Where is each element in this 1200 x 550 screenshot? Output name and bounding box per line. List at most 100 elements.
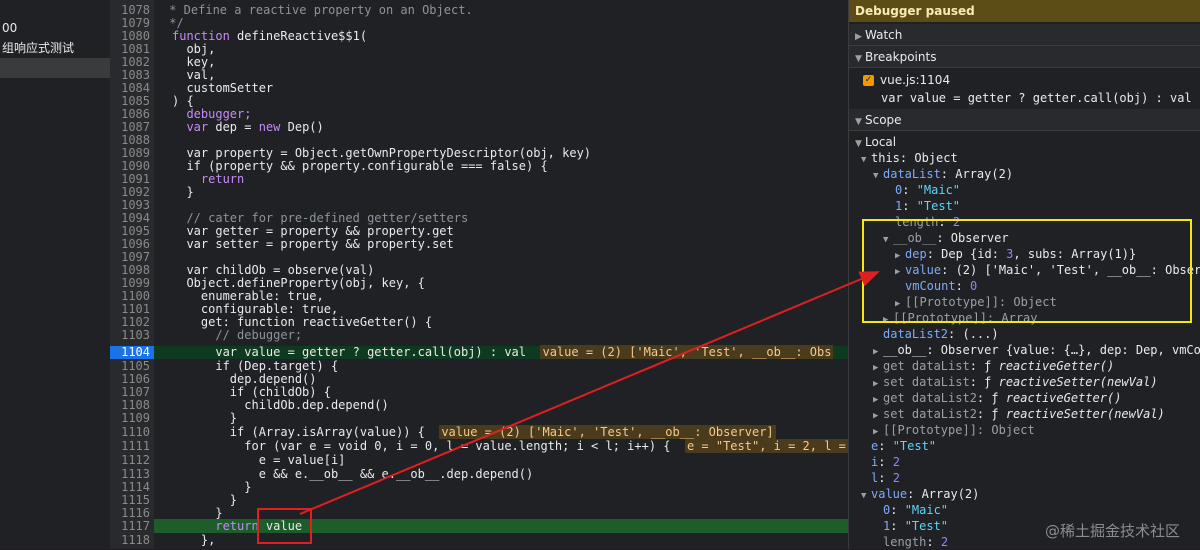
prop-key: length <box>883 535 927 549</box>
code-line: e = value[i] <box>172 453 346 467</box>
scope-row: 1: "Test" <box>883 519 949 533</box>
prop-value: : (...) <box>948 327 999 341</box>
prop-value: reactiveGetter() <box>998 359 1115 373</box>
prop-key: dataList2 <box>883 327 949 341</box>
file-tree-item[interactable]: 00 <box>0 18 110 38</box>
code-line: }, <box>172 533 216 547</box>
file-tree-panel: 00 组响应式测试 <box>0 0 110 549</box>
scope-local-header[interactable]: ▼ Local <box>855 134 896 150</box>
inline-value: value = (2) ['Maic', 'Test', __ob__: Obs <box>540 345 834 359</box>
breakpoint-item[interactable]: ✓ vue.js:1104 <box>863 72 950 88</box>
code-line: } <box>172 185 194 199</box>
line-number[interactable]: 1110 <box>110 426 150 439</box>
prop-value: : Object <box>899 151 958 165</box>
code-keyword: var <box>172 120 209 134</box>
chevron-down-icon: ▼ <box>873 171 879 181</box>
prop-value: "Maic" <box>916 183 961 197</box>
scope-row: i: 2 <box>871 455 900 469</box>
prop-value: 2 <box>892 455 900 469</box>
prop-key: get dataList2 <box>883 391 977 405</box>
scope-row: 0: "Maic" <box>895 183 961 197</box>
code-keyword: function <box>172 29 230 43</box>
code-text: dep = <box>208 120 259 134</box>
scope-row: e: "Test" <box>871 439 937 453</box>
breakpoint-code: var value = getter ? getter.call(obj) : … <box>881 91 1192 105</box>
chevron-down-icon: ▼ <box>855 117 862 127</box>
code-line: // debugger; <box>172 328 303 342</box>
scope-row[interactable]: ▼ this: Object <box>861 150 958 166</box>
line-number[interactable]: 1111 <box>110 440 150 453</box>
prop-key: value <box>871 487 908 501</box>
debugger-paused-banner: Debugger paused <box>849 0 1200 22</box>
scope-row: length: 2 <box>883 535 949 549</box>
line-number[interactable]: 1117 <box>110 520 150 533</box>
code-text: Dep() <box>280 120 324 134</box>
chevron-down-icon: ▼ <box>855 54 862 64</box>
scope-row: 0: "Maic" <box>883 503 949 517</box>
prop-value: 2 <box>940 535 949 549</box>
line-number-gutter[interactable]: 1078 1079 1080 1081 1082 1083 1084 1085 … <box>110 0 155 549</box>
prop-value: : Array(2) <box>907 487 980 501</box>
highlight-box <box>862 219 1192 323</box>
prop-value: reactiveSetter(newVal) <box>998 375 1158 389</box>
prop-key: set dataList <box>883 375 970 389</box>
annotation-box <box>257 508 312 544</box>
chevron-down-icon: ▼ <box>861 155 867 165</box>
code-editor[interactable]: * Define a reactive property on an Objec… <box>154 0 848 549</box>
scope-local-label: Local <box>865 135 897 149</box>
scope-row: l: 2 <box>871 471 900 485</box>
breakpoints-section-header[interactable]: ▼ Breakpoints <box>849 46 1200 68</box>
scope-row[interactable]: ▶ [[Prototype]]: Object <box>873 422 1035 438</box>
file-tree-item[interactable]: 组响应式测试 <box>0 38 110 58</box>
chevron-down-icon: ▼ <box>861 491 867 501</box>
breakpoint-file: vue.js:1104 <box>880 73 951 87</box>
line-number[interactable]: 1109 <box>110 412 150 425</box>
line-number[interactable]: 1112 <box>110 454 150 467</box>
chevron-right-icon: ▶ <box>855 32 862 42</box>
code-line-paused: var value = getter ? getter.call(obj) : … <box>172 345 834 359</box>
scope-row[interactable]: ▶ __ob__: Observer {value: {…}, dep: Dep,… <box>873 342 1200 358</box>
checkbox-icon[interactable]: ✓ <box>863 75 874 86</box>
watch-section-header[interactable]: ▶ Watch <box>849 24 1200 46</box>
code-line: for (var e = void 0, i = 0, l = value.le… <box>172 439 848 453</box>
breakpoint-line-number[interactable]: 1104 <box>110 346 154 359</box>
code-text: defineReactive$$1( <box>229 29 368 43</box>
prop-value: "Maic" <box>904 503 949 517</box>
section-title: Scope <box>865 113 902 127</box>
code-line: * Define a reactive property on an Objec… <box>162 3 473 17</box>
prop-key: dataList <box>883 167 941 181</box>
code-keyword: return <box>172 519 259 533</box>
prop-value: : Array(2) <box>940 167 1014 181</box>
prop-value: 2 <box>892 471 900 485</box>
file-tree-item-selected[interactable] <box>0 58 110 78</box>
code-line: if (Array.isArray(value)) { value = (2) … <box>172 425 776 439</box>
line-number[interactable]: 1103 <box>110 329 150 342</box>
prop-value: "Test" <box>892 439 937 453</box>
inline-value: e = "Test", i = 2, l = <box>684 439 848 453</box>
scope-row[interactable]: ▶ get dataList: ƒ reactiveGetter() <box>873 358 1114 374</box>
scope-row[interactable]: ▼ dataList: Array(2) <box>873 166 1013 182</box>
scope-row: 1: "Test" <box>895 199 961 213</box>
line-number[interactable]: 1118 <box>110 534 150 547</box>
scope-row[interactable]: ▶ set dataList: ƒ reactiveSetter(newVal) <box>873 374 1158 390</box>
prop-key: set dataList2 <box>883 407 977 421</box>
prop-value: "Test" <box>916 199 961 213</box>
section-title: Watch <box>865 28 903 42</box>
prop-key: get dataList <box>883 359 970 373</box>
scope-section-header[interactable]: ▼ Scope <box>849 109 1200 131</box>
section-title: Breakpoints <box>865 50 937 64</box>
scope-row[interactable]: ▼ value: Array(2) <box>861 486 979 502</box>
code-line: var dep = new Dep() <box>172 120 324 134</box>
code-line: } <box>172 411 238 425</box>
scope-row[interactable]: ▶ get dataList2: ƒ reactiveGetter() <box>873 390 1121 406</box>
code-text: if (Array.isArray(value)) { <box>172 425 425 439</box>
scope-row[interactable]: dataList2: (...) <box>883 326 999 342</box>
scope-row[interactable]: ▶ set dataList2: ƒ reactiveSetter(newVal) <box>873 406 1165 422</box>
prop-key: this <box>871 151 900 165</box>
code-line: var setter = property && property.set <box>172 237 454 251</box>
code-text: for (var e = void 0, i = 0, l = value.le… <box>172 439 671 453</box>
prop-value: "Test" <box>904 519 949 533</box>
inline-value: value = (2) ['Maic', 'Test', __ob__: Obs… <box>439 425 776 439</box>
prop-key: [[Prototype]]: Object <box>883 423 1035 437</box>
prop-value: : ƒ <box>976 391 1006 405</box>
